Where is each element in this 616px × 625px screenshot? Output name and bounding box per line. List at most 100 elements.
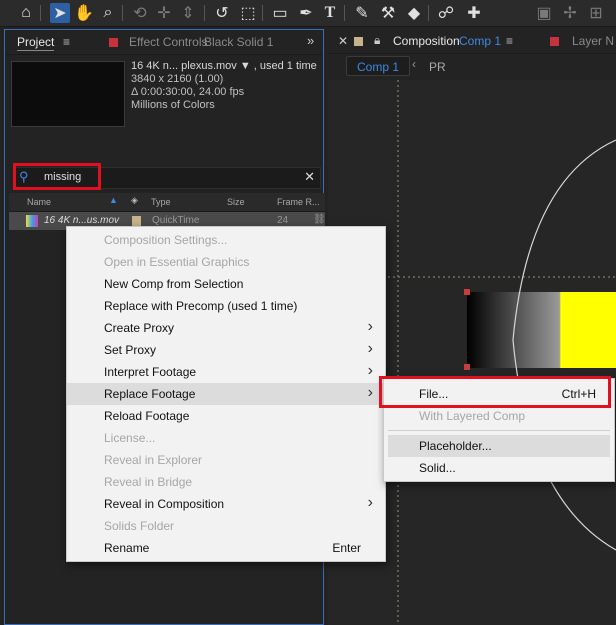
workspace-icon[interactable]: ▣ bbox=[534, 3, 554, 23]
tab-comp-name[interactable]: Comp 1 bbox=[459, 34, 501, 48]
menu-item-replace-with-precomp-used-1-time[interactable]: Replace with Precomp (used 1 time) bbox=[67, 295, 385, 317]
label-color-swatch bbox=[132, 216, 141, 226]
panel-menu-icon[interactable]: ≡ bbox=[63, 35, 70, 49]
anchor-point-tool-icon[interactable]: ⬚ bbox=[238, 3, 258, 23]
sort-ascending-icon[interactable]: ▲ bbox=[109, 195, 118, 205]
menu-item-label: License... bbox=[104, 431, 156, 445]
menu-item-label: Solids Folder bbox=[104, 519, 175, 533]
column-header: Name ▲ ◈ Type Size Frame R... bbox=[9, 193, 325, 212]
submenu-item-label: With Layered Comp bbox=[419, 409, 526, 423]
brush-tool-icon[interactable]: ✎ bbox=[352, 3, 372, 23]
column-name[interactable]: Name bbox=[27, 197, 51, 207]
menu-item-label: Composition Settings... bbox=[104, 233, 228, 247]
lock-icon[interactable]: 🔒︎ bbox=[374, 33, 380, 48]
submenu-arrow-icon: › bbox=[367, 384, 373, 401]
pen-tool-icon[interactable]: ✒ bbox=[296, 3, 316, 23]
submenu-arrow-icon: › bbox=[367, 494, 373, 511]
menu-item-replace-footage[interactable]: Replace Footage › bbox=[67, 383, 385, 405]
layer-handle[interactable] bbox=[464, 289, 470, 295]
footage-name: 16 4K n... plexus.mov ▼ , used 1 time bbox=[131, 60, 317, 72]
menu-item-reveal-in-composition[interactable]: Reveal in Composition › bbox=[67, 493, 385, 515]
submenu-arrow-icon: › bbox=[367, 318, 373, 335]
menu-item-label: Replace with Precomp (used 1 time) bbox=[104, 299, 298, 313]
toolbar-divider bbox=[40, 5, 41, 21]
menu-item-set-proxy[interactable]: Set Proxy › bbox=[67, 339, 385, 361]
tab-effect-controls[interactable]: Effect Controls bbox=[129, 35, 207, 49]
menu-item-solids-folder: Solids Folder bbox=[67, 515, 385, 537]
eraser-icon[interactable]: ◆ bbox=[404, 3, 424, 23]
tab-layer[interactable]: Layer N bbox=[572, 34, 614, 48]
menu-item-reveal-in-bridge: Reveal in Bridge bbox=[67, 471, 385, 493]
menu-item-label: Replace Footage bbox=[104, 387, 196, 401]
menu-item-reveal-in-explorer: Reveal in Explorer bbox=[67, 449, 385, 471]
footage-thumbnail bbox=[11, 61, 125, 127]
menu-item-license: License... bbox=[67, 427, 385, 449]
menu-item-new-comp-from-selection[interactable]: New Comp from Selection bbox=[67, 273, 385, 295]
submenu-arrow-icon: › bbox=[367, 362, 373, 379]
menu-item-create-proxy[interactable]: Create Proxy › bbox=[67, 317, 385, 339]
dolly-camera-icon[interactable]: ⇕ bbox=[178, 3, 198, 23]
footage-duration: Δ 0:00:30:00, 24.00 fps bbox=[131, 86, 245, 98]
grid-icon[interactable]: ⊞ bbox=[586, 3, 606, 23]
puppet-pin-icon[interactable]: ✚ bbox=[464, 3, 484, 23]
type-tool-icon[interactable]: T bbox=[320, 3, 340, 23]
toolbar-divider bbox=[262, 5, 263, 21]
context-menu: Composition Settings... Open in Essential… bbox=[66, 226, 386, 562]
column-size[interactable]: Size bbox=[227, 197, 245, 207]
menu-item-label: Create Proxy bbox=[104, 321, 175, 335]
tab-project[interactable]: Project bbox=[17, 35, 55, 51]
hand-tool-icon[interactable]: ✋ bbox=[74, 3, 94, 23]
footage-icon bbox=[26, 215, 38, 227]
breadcrumb-pr[interactable]: PR bbox=[429, 60, 446, 74]
submenu-item-label: Placeholder... bbox=[419, 439, 492, 453]
menu-item-reload-footage[interactable]: Reload Footage bbox=[67, 405, 385, 427]
menu-item-interpret-footage[interactable]: Interpret Footage › bbox=[67, 361, 385, 383]
breadcrumb-chevron-icon: ‹ bbox=[412, 57, 416, 71]
solid-layer[interactable] bbox=[467, 292, 616, 368]
clone-stamp-icon[interactable]: ⚒ bbox=[378, 3, 398, 23]
toolbar-divider bbox=[122, 5, 123, 21]
submenu-item-solid[interactable]: Solid... bbox=[388, 457, 610, 479]
label-color-swatch bbox=[109, 38, 118, 47]
clear-search-icon[interactable]: ✕ bbox=[304, 169, 315, 185]
breadcrumb-label: Comp 1 bbox=[357, 60, 400, 74]
toolbar-divider bbox=[428, 5, 429, 21]
layer-handle[interactable] bbox=[464, 364, 470, 370]
flowchart-icon[interactable]: ⛓ bbox=[313, 214, 326, 225]
submenu-arrow-icon: › bbox=[367, 340, 373, 357]
rectangle-tool-icon[interactable]: ▭ bbox=[270, 3, 290, 23]
menu-item-label: Reveal in Bridge bbox=[104, 475, 193, 489]
effect-controls-target: Black Solid 1 bbox=[204, 35, 274, 49]
column-frame-rate[interactable]: Frame R... bbox=[277, 197, 320, 207]
breadcrumb-comp1[interactable]: Comp 1 bbox=[346, 56, 410, 76]
pan-camera-icon[interactable]: ✛ bbox=[154, 3, 174, 23]
orbit-camera-icon[interactable]: ⟲ bbox=[130, 3, 150, 23]
selection-tool-icon[interactable]: ➤ bbox=[50, 3, 70, 23]
column-type[interactable]: Type bbox=[151, 197, 171, 207]
shortcut-label: Enter bbox=[332, 541, 361, 555]
menu-item-label: Reveal in Composition bbox=[104, 497, 225, 511]
snap-icon[interactable]: ✢ bbox=[560, 3, 580, 23]
zoom-tool-icon[interactable]: ⌕ bbox=[98, 3, 118, 23]
panel-overflow-icon[interactable]: » bbox=[307, 33, 314, 48]
menu-item-label: Reveal in Explorer bbox=[104, 453, 203, 467]
project-tabbar: Project ≡ Effect Controls Black Solid 1 … bbox=[5, 30, 323, 55]
row-name: 16 4K n...us.mov bbox=[44, 215, 120, 226]
menu-item-rename[interactable]: Rename Enter bbox=[67, 537, 385, 559]
menu-item-label: Reload Footage bbox=[104, 409, 190, 423]
tab-composition[interactable]: Composition bbox=[393, 34, 460, 48]
panel-menu-icon[interactable]: ≡ bbox=[506, 34, 513, 48]
menu-item-composition-settings: Composition Settings... bbox=[67, 229, 385, 251]
submenu-item-with-layered-comp: With Layered Comp bbox=[388, 405, 610, 427]
toolbar-divider bbox=[344, 5, 345, 21]
menu-item-label: Interpret Footage bbox=[104, 365, 197, 379]
label-tag-icon[interactable]: ◈ bbox=[131, 195, 138, 206]
close-tab-icon[interactable]: ✕ bbox=[338, 34, 348, 48]
toolbar-divider bbox=[204, 5, 205, 21]
toolbar: ⌂ ➤ ✋ ⌕ ⟲ ✛ ⇕ ↺ ⬚ ▭ ✒ T ✎ ⚒ ◆ ☍ ✚ ▣ ✢ ⊞ bbox=[0, 0, 616, 27]
submenu-item-placeholder[interactable]: Placeholder... bbox=[388, 435, 610, 457]
roto-brush-icon[interactable]: ☍ bbox=[436, 3, 456, 23]
rotate-tool-icon[interactable]: ↺ bbox=[212, 3, 232, 23]
home-icon[interactable]: ⌂ bbox=[16, 3, 36, 23]
menu-item-label: Set Proxy bbox=[104, 343, 157, 357]
